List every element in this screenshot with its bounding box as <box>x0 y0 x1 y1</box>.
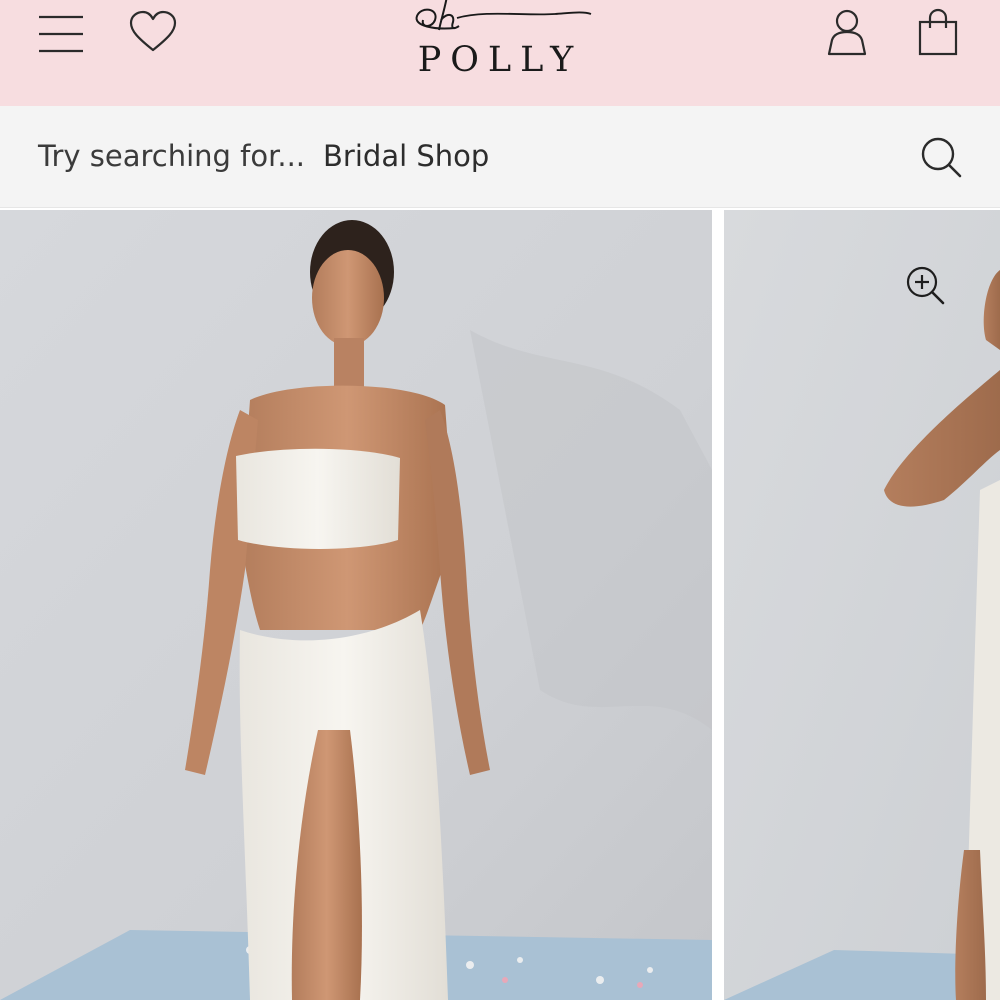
account-icon <box>827 9 867 56</box>
brand-logo[interactable]: oh POLLY <box>395 0 605 90</box>
product-image-side[interactable] <box>724 210 1000 1000</box>
product-gallery <box>0 210 1000 1000</box>
search-bar[interactable]: Try searching for... Bridal Shop <box>0 106 1000 208</box>
search-placeholder[interactable]: Try searching for... Bridal Shop <box>38 138 489 174</box>
product-image-front[interactable] <box>0 210 712 1000</box>
logo-wordmark: POLLY <box>417 40 583 80</box>
logo-script: oh <box>415 0 592 31</box>
model-photo-side <box>724 210 1000 1000</box>
shopping-bag-icon <box>918 8 958 56</box>
zoom-button[interactable] <box>904 264 946 306</box>
search-suggestion[interactable]: Bridal Shop <box>323 139 489 173</box>
menu-button[interactable] <box>36 12 86 56</box>
heart-icon <box>129 10 177 52</box>
shopping-bag-button[interactable] <box>912 6 964 58</box>
search-prompt: Try searching for... <box>38 139 306 173</box>
zoom-in-icon <box>906 266 945 305</box>
search-button[interactable] <box>918 134 964 180</box>
site-header: oh POLLY <box>0 0 1000 106</box>
model-photo-front <box>0 210 712 1000</box>
search-icon <box>921 137 962 178</box>
wishlist-button[interactable] <box>128 10 178 56</box>
hamburger-menu-icon <box>39 15 83 53</box>
account-button[interactable] <box>822 6 872 58</box>
